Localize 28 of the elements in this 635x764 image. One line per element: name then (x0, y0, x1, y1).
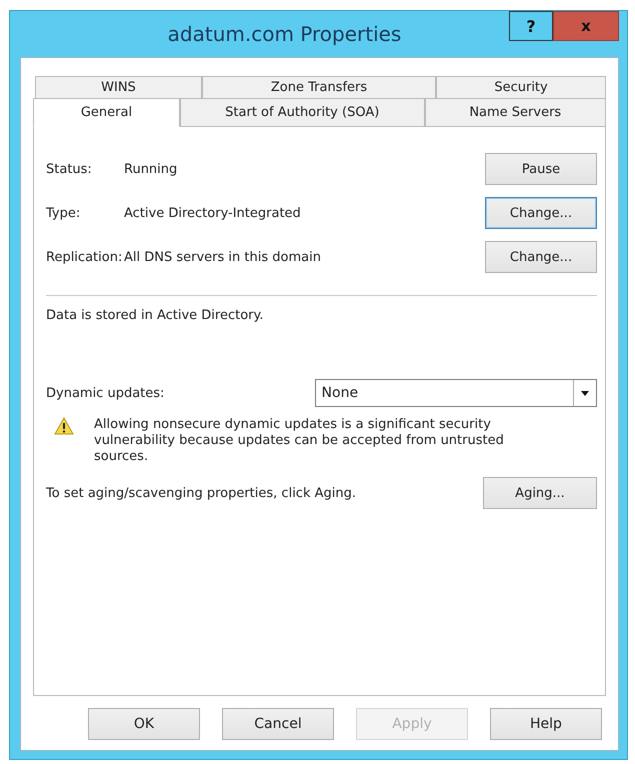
field-button[interactable]: Change... (485, 197, 597, 229)
field-label: Dynamic updates: (46, 386, 166, 400)
field-label: Status: (46, 162, 93, 176)
warning-text: Allowing nonsecure dynamic updates is a significant security vulnerability because updates can be accepted from untrusted sources. (94, 417, 504, 465)
window-title: adatum.com Properties (166, 22, 402, 46)
dropdown[interactable]: None (314, 379, 597, 407)
dialog-button[interactable]: Cancel (222, 708, 334, 740)
tab[interactable]: Start of Authority (SOA) (180, 98, 425, 127)
aging-hint: To set aging/scavenging properties, click Aging. (46, 486, 356, 500)
field-label: Type: (46, 206, 82, 220)
dialog-button[interactable]: Help (490, 708, 602, 740)
warning-icon (54, 417, 74, 435)
help-button[interactable]: ? (509, 11, 553, 41)
field-value: Running (124, 162, 178, 176)
field-value: All DNS servers in this domain (124, 250, 322, 264)
field-button[interactable]: Change... (485, 241, 597, 273)
tab[interactable]: Name Servers (424, 98, 606, 127)
tab[interactable]: General (33, 98, 180, 127)
aging-button[interactable]: Aging... (483, 477, 597, 509)
tab[interactable]: Zone Transfers (202, 76, 436, 98)
tab[interactable]: Security (436, 76, 606, 98)
field-value: Active Directory-Integrated (124, 206, 302, 220)
tab[interactable]: WINS (35, 76, 202, 98)
storage-note: Data is stored in Active Directory. (46, 308, 264, 323)
dialog-button[interactable]: OK (88, 708, 200, 740)
field-label: Replication: (46, 250, 124, 264)
field-button[interactable]: Pause (485, 153, 597, 185)
close-button[interactable]: x (553, 11, 619, 41)
